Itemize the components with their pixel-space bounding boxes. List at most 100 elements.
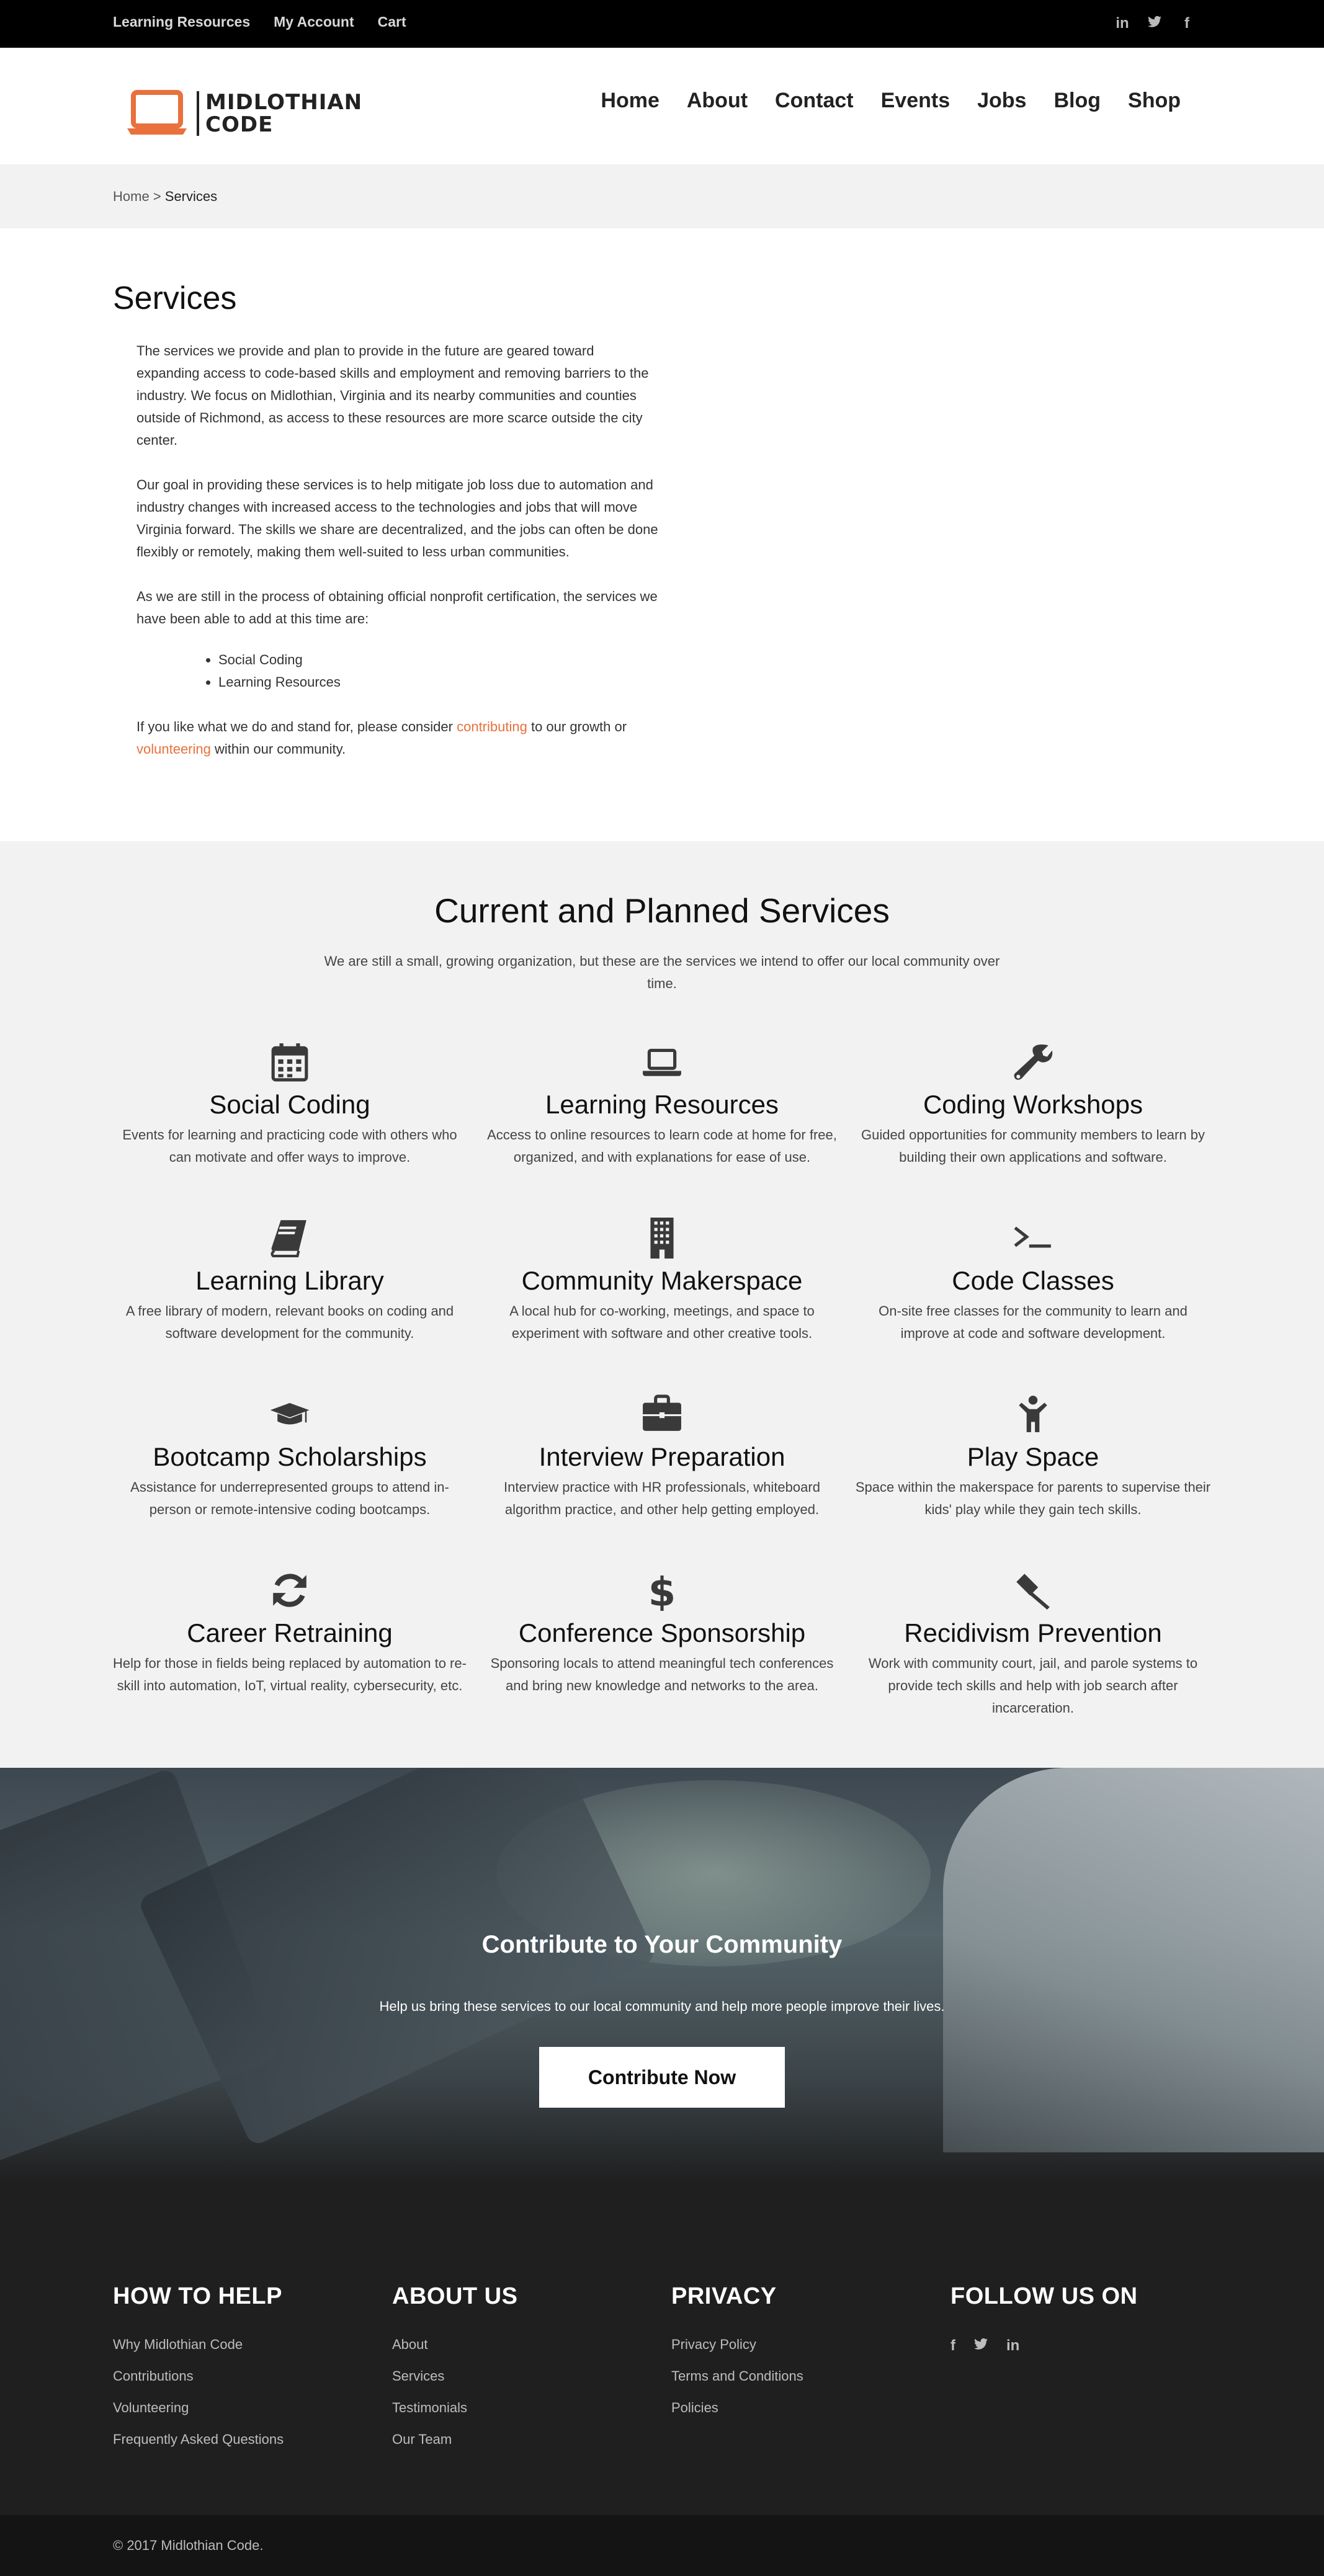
- intro-text: within our community.: [210, 741, 346, 757]
- dollar-icon: $: [648, 1570, 676, 1611]
- facebook-icon[interactable]: f: [951, 2337, 955, 2355]
- page-title: Services: [113, 280, 237, 316]
- footer-link[interactable]: Testimonials: [392, 2392, 517, 2423]
- footer-link[interactable]: Why Midlothian Code: [113, 2329, 284, 2360]
- background-person: [943, 1768, 1324, 2152]
- nav-contact[interactable]: Contact: [775, 89, 854, 113]
- logo-line-2: CODE: [205, 112, 274, 137]
- footer-link[interactable]: Privacy Policy: [671, 2329, 803, 2360]
- service-title: Play Space: [967, 1442, 1099, 1471]
- breadcrumb: Home > Services: [113, 189, 217, 205]
- refresh-icon: [273, 1574, 306, 1607]
- twitter-icon[interactable]: [974, 2337, 988, 2355]
- copyright-bar: © 2017 Midlothian Code.: [0, 2515, 1324, 2576]
- footer-about-us: ABOUT US About Services Testimonials Our…: [392, 2283, 517, 2455]
- nav-jobs[interactable]: Jobs: [977, 89, 1026, 113]
- breadcrumb-current: Services: [164, 189, 218, 204]
- nav-blog[interactable]: Blog: [1053, 89, 1101, 113]
- footer-link[interactable]: Our Team: [392, 2423, 517, 2455]
- service-description: A local hub for co-working, meetings, an…: [509, 1303, 815, 1341]
- service-card: Play Space Space within the makerspace f…: [853, 1392, 1213, 1521]
- list-item: Learning Resources: [218, 671, 659, 693]
- footer-social: f in: [951, 2337, 1138, 2355]
- intro-text: to our growth or: [527, 719, 627, 734]
- top-links: Learning Resources My Account Cart: [113, 14, 406, 30]
- service-card: Code Classes On-site free classes for th…: [853, 1216, 1213, 1345]
- service-title: Learning Resources: [545, 1090, 779, 1119]
- linkedin-icon[interactable]: in: [1006, 2337, 1019, 2355]
- footer-follow-us: FOLLOW US ON f in: [951, 2283, 1138, 2355]
- graduation-cap-icon: [270, 1402, 310, 1425]
- service-card: Learning Resources Access to online reso…: [482, 1040, 842, 1169]
- contributing-link[interactable]: contributing: [457, 719, 527, 734]
- service-description: Space within the makerspace for parents …: [855, 1479, 1211, 1517]
- site-logo[interactable]: MIDLOTHIAN CODE: [127, 90, 362, 136]
- terminal-icon: [1014, 1226, 1051, 1248]
- svg-text:$: $: [648, 1570, 676, 1611]
- linkedin-icon[interactable]: in: [1116, 15, 1129, 32]
- service-description: Sponsoring locals to attend meaningful t…: [490, 1656, 834, 1693]
- breadcrumb-bar: Home > Services: [0, 164, 1324, 228]
- service-card: Social Coding Events for learning and pr…: [110, 1040, 470, 1169]
- service-title: Bootcamp Scholarships: [153, 1442, 427, 1471]
- nav-home[interactable]: Home: [601, 89, 659, 113]
- twitter-icon[interactable]: [1148, 15, 1161, 32]
- top-link-learning-resources[interactable]: Learning Resources: [113, 14, 250, 30]
- footer-link[interactable]: Volunteering: [113, 2392, 284, 2423]
- service-card: Learning Library A free library of moder…: [110, 1216, 470, 1345]
- top-link-my-account[interactable]: My Account: [274, 14, 354, 30]
- service-title: Code Classes: [952, 1266, 1114, 1295]
- laptop-icon: [643, 1048, 681, 1076]
- intro-text: If you like what we do and stand for, pl…: [136, 719, 457, 734]
- footer-link[interactable]: Terms and Conditions: [671, 2360, 803, 2392]
- logo-line-1: MIDLOTHIAN: [205, 89, 363, 115]
- building-icon: [650, 1218, 674, 1259]
- service-card: Community Makerspace A local hub for co-…: [482, 1216, 842, 1345]
- footer-link[interactable]: Contributions: [113, 2360, 284, 2392]
- nav-events[interactable]: Events: [881, 89, 951, 113]
- service-description: On-site free classes for the community t…: [879, 1303, 1188, 1341]
- current-services-list: Social Coding Learning Resources: [218, 649, 659, 693]
- briefcase-icon: [643, 1394, 681, 1431]
- intro-paragraph-2: Our goal in providing these services is …: [136, 477, 658, 559]
- services-subtitle: We are still a small, growing organizati…: [324, 953, 1000, 991]
- service-card: Coding Workshops Guided opportunities fo…: [853, 1040, 1213, 1169]
- service-card: Bootcamp Scholarships Assistance for und…: [110, 1392, 470, 1521]
- services-section: Current and Planned Services We are stil…: [0, 841, 1324, 1768]
- contribute-subtitle: Help us bring these services to our loca…: [379, 1999, 945, 2014]
- service-title: Community Makerspace: [521, 1266, 803, 1295]
- footer-link[interactable]: About: [392, 2329, 517, 2360]
- facebook-icon[interactable]: f: [1180, 15, 1194, 32]
- service-description: Interview practice with HR professionals…: [504, 1479, 820, 1517]
- service-title: Social Coding: [209, 1090, 370, 1119]
- service-card: Interview Preparation Interview practice…: [482, 1392, 842, 1521]
- top-social: in f: [1116, 15, 1194, 32]
- nav-about[interactable]: About: [687, 89, 748, 113]
- footer-privacy: PRIVACY Privacy Policy Terms and Conditi…: [671, 2283, 803, 2423]
- footer-heading: PRIVACY: [671, 2283, 777, 2309]
- footer-heading: HOW TO HELP: [113, 2283, 282, 2309]
- footer-link[interactable]: Services: [392, 2360, 517, 2392]
- intro-paragraph-3: As we are still in the process of obtain…: [136, 589, 658, 626]
- contribute-now-button[interactable]: Contribute Now: [539, 2047, 785, 2108]
- breadcrumb-home[interactable]: Home: [113, 189, 150, 204]
- site-header: MIDLOTHIAN CODE Home About Contact Event…: [0, 48, 1324, 164]
- service-title: Interview Preparation: [539, 1442, 785, 1471]
- main-nav: Home About Contact Events Jobs Blog Shop: [601, 89, 1181, 113]
- footer-link[interactable]: Frequently Asked Questions: [113, 2423, 284, 2455]
- service-card: Recidivism Prevention Work with communit…: [853, 1568, 1213, 1719]
- gavel-icon: [1016, 1574, 1050, 1610]
- service-description: Help for those in fields being replaced …: [113, 1656, 467, 1693]
- footer-link[interactable]: Policies: [671, 2392, 803, 2423]
- service-description: Guided opportunities for community membe…: [861, 1127, 1205, 1165]
- service-title: Recidivism Prevention: [904, 1618, 1162, 1647]
- service-card: Career Retraining Help for those in fiel…: [110, 1568, 470, 1697]
- volunteering-link[interactable]: volunteering: [136, 741, 211, 757]
- book-icon: [271, 1220, 306, 1257]
- service-title: Career Retraining: [187, 1618, 393, 1647]
- service-description: A free library of modern, relevant books…: [125, 1303, 454, 1341]
- service-title: Conference Sponsorship: [518, 1618, 806, 1647]
- top-bar: Learning Resources My Account Cart in f: [0, 0, 1324, 48]
- top-link-cart[interactable]: Cart: [378, 14, 406, 30]
- nav-shop[interactable]: Shop: [1128, 89, 1181, 113]
